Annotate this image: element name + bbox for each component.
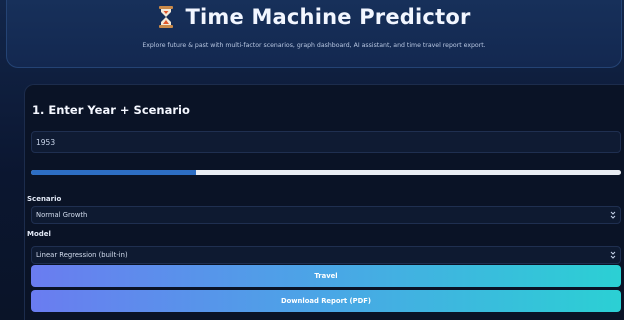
section-title: 1. Enter Year + Scenario bbox=[32, 103, 190, 117]
year-slider[interactable] bbox=[31, 167, 621, 177]
model-selected-value: Linear Regression (built-in) bbox=[36, 251, 128, 259]
app-subtitle: Explore future & past with multi-factor … bbox=[142, 42, 486, 49]
model-select[interactable]: Linear Regression (built-in) bbox=[31, 246, 621, 264]
input-card: 1. Enter Year + Scenario Scenario Normal… bbox=[24, 84, 624, 320]
title-row: Time Machine Predictor bbox=[7, 2, 621, 32]
scenario-selected-value: Normal Growth bbox=[36, 211, 88, 219]
header-card: Time Machine Predictor Explore future & … bbox=[6, 0, 622, 68]
hourglass-icon bbox=[159, 6, 174, 28]
year-input[interactable] bbox=[31, 131, 621, 153]
download-report-button[interactable]: Download Report (PDF) bbox=[31, 290, 621, 312]
scenario-select[interactable]: Normal Growth bbox=[31, 206, 621, 224]
slider-fill bbox=[31, 170, 197, 175]
chevron-icon bbox=[610, 251, 616, 259]
chevron-icon bbox=[610, 211, 616, 219]
model-label: Model bbox=[27, 230, 51, 238]
app-title: Time Machine Predictor bbox=[185, 5, 471, 29]
travel-button[interactable]: Travel bbox=[31, 265, 621, 287]
scenario-label: Scenario bbox=[27, 195, 62, 203]
